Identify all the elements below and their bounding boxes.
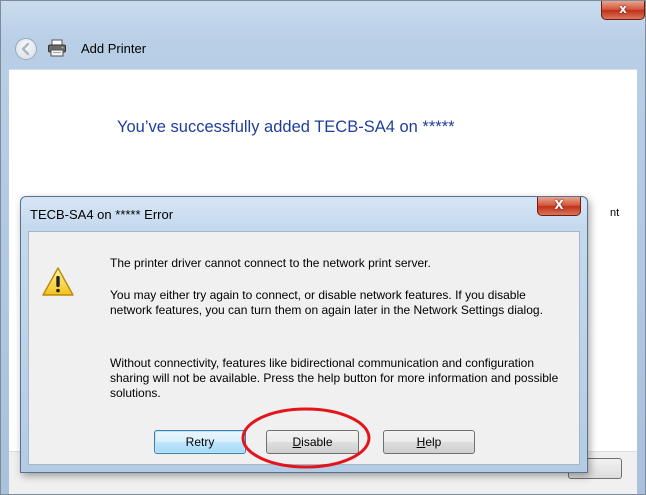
window-titlebar: x <box>1 1 645 29</box>
printer-icon <box>48 39 66 57</box>
dialog-title: TECB-SA4 on ***** Error <box>30 207 174 222</box>
help-button[interactable]: Help <box>383 430 475 454</box>
dialog-close-button[interactable]: X <box>537 197 581 216</box>
message-connection-error: The printer driver cannot connect to the… <box>110 256 431 270</box>
message-options: You may either try again to connect, or … <box>110 288 543 317</box>
success-heading: You’ve successfully added TECB-SA4 on **… <box>117 118 455 136</box>
retry-button[interactable]: Retry <box>154 430 246 454</box>
back-button[interactable] <box>15 38 37 60</box>
clipped-text: nt <box>610 207 620 219</box>
retry-label: Retry <box>185 435 215 449</box>
close-icon: x <box>619 2 627 16</box>
warning-icon <box>42 267 74 296</box>
help-label: elp <box>425 435 442 449</box>
window-close-button[interactable]: x <box>601 1 645 20</box>
wizard-navbar: Add Printer <box>1 29 645 69</box>
message-connectivity-info: Without connectivity, features like bidi… <box>110 356 559 400</box>
red-ellipse-highlight <box>241 407 371 469</box>
close-icon: X <box>554 198 564 212</box>
wizard-title: Add Printer <box>81 41 147 56</box>
back-arrow-icon <box>21 42 30 56</box>
